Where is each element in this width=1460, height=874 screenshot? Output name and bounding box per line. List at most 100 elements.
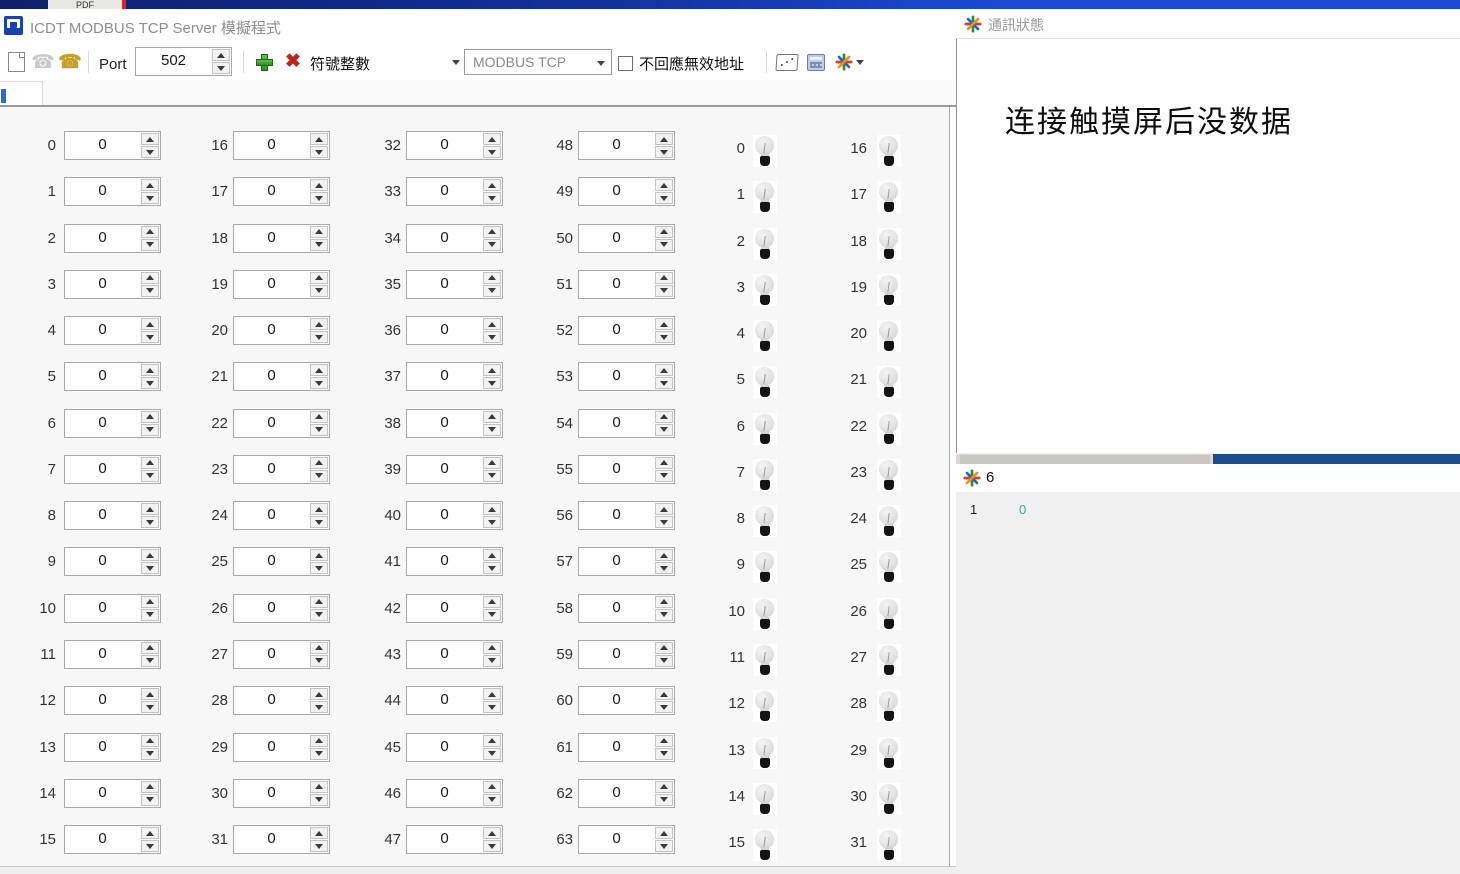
register-spinner[interactable]: 0 [406, 270, 503, 299]
spin-up-button[interactable] [141, 503, 159, 515]
spin-down-button[interactable] [310, 146, 328, 158]
register-spinner[interactable]: 0 [233, 779, 330, 808]
register-spinner[interactable]: 0 [406, 409, 503, 438]
register-spinner[interactable]: 0 [578, 501, 675, 530]
spin-down-button[interactable] [141, 239, 159, 251]
spin-down-button[interactable] [310, 701, 328, 713]
register-spinner[interactable]: 0 [64, 224, 161, 253]
connect-button[interactable]: ☎ [57, 48, 83, 76]
coil-lamp-icon[interactable] [753, 228, 777, 260]
spin-down-button[interactable] [483, 239, 501, 251]
register-spinner[interactable]: 0 [578, 594, 675, 623]
coil-lamp-icon[interactable] [877, 598, 901, 630]
horizontal-scrollbar[interactable] [956, 453, 1460, 464]
coil-lamp-icon[interactable] [753, 783, 777, 815]
register-spinner[interactable]: 0 [233, 640, 330, 669]
register-spinner[interactable]: 0 [233, 501, 330, 530]
coil-lamp-icon[interactable] [877, 366, 901, 398]
register-spinner[interactable]: 0 [406, 316, 503, 345]
spin-up-button[interactable] [655, 549, 673, 561]
spin-up-button[interactable] [483, 318, 501, 330]
spin-down-button[interactable] [141, 562, 159, 574]
spin-down-button[interactable] [310, 424, 328, 436]
register-spinner[interactable]: 0 [233, 362, 330, 391]
spin-down-button[interactable] [141, 655, 159, 667]
spin-down-button[interactable] [141, 609, 159, 621]
spin-down-button[interactable] [310, 285, 328, 297]
coil-lamp-icon[interactable] [877, 505, 901, 537]
spin-down-button[interactable] [141, 516, 159, 528]
spin-up-button[interactable] [310, 503, 328, 515]
spin-up-button[interactable] [483, 503, 501, 515]
coil-lamp-icon[interactable] [753, 320, 777, 352]
spin-down-button[interactable] [655, 748, 673, 760]
spin-down-button[interactable] [310, 609, 328, 621]
spin-down-button[interactable] [141, 701, 159, 713]
data-format-dropdown[interactable]: 符號整數 [305, 50, 460, 74]
spin-up-button[interactable] [310, 596, 328, 608]
spin-up-button[interactable] [483, 457, 501, 469]
spin-up-button[interactable] [483, 596, 501, 608]
register-spinner[interactable]: 0 [578, 177, 675, 206]
register-spinner[interactable]: 0 [406, 131, 503, 160]
spin-down-button[interactable] [141, 377, 159, 389]
spin-down-button[interactable] [655, 424, 673, 436]
coil-lamp-icon[interactable] [877, 320, 901, 352]
spin-up-button[interactable] [141, 549, 159, 561]
coil-lamp-icon[interactable] [877, 413, 901, 445]
spin-up-button[interactable] [655, 688, 673, 700]
spin-down-button[interactable] [141, 192, 159, 204]
spin-up-button[interactable] [141, 411, 159, 423]
spin-up-button[interactable] [141, 688, 159, 700]
register-spinner[interactable]: 0 [406, 825, 503, 854]
coil-lamp-icon[interactable] [877, 829, 901, 861]
spin-up-button[interactable] [655, 133, 673, 145]
register-spinner[interactable]: 0 [64, 270, 161, 299]
spin-up-button[interactable] [310, 642, 328, 654]
spin-down-button[interactable] [483, 285, 501, 297]
spin-down-button[interactable] [310, 377, 328, 389]
register-spinner[interactable]: 0 [233, 686, 330, 715]
spin-up-button[interactable] [655, 272, 673, 284]
spin-down-button[interactable] [655, 470, 673, 482]
register-spinner[interactable]: 0 [578, 131, 675, 160]
register-spinner[interactable]: 0 [233, 270, 330, 299]
spin-down-button[interactable] [483, 192, 501, 204]
spin-up-button[interactable] [483, 272, 501, 284]
spin-down-button[interactable] [483, 516, 501, 528]
spin-down-button[interactable] [655, 609, 673, 621]
spin-down-button[interactable] [483, 655, 501, 667]
spin-down-button[interactable] [310, 748, 328, 760]
spin-up-button[interactable] [141, 596, 159, 608]
register-spinner[interactable]: 0 [233, 177, 330, 206]
spin-up-button[interactable] [141, 827, 159, 839]
spin-down-button[interactable] [141, 748, 159, 760]
register-spinner[interactable]: 0 [233, 409, 330, 438]
register-spinner[interactable]: 0 [64, 825, 161, 854]
spin-up-button[interactable] [655, 318, 673, 330]
calculator-button[interactable] [804, 48, 828, 76]
spin-up-button[interactable] [141, 226, 159, 238]
checkbox-icon[interactable] [618, 56, 633, 71]
background-browser-tab[interactable]: PDF [48, 0, 122, 9]
spin-down-button[interactable] [141, 424, 159, 436]
register-spinner[interactable]: 0 [406, 640, 503, 669]
spin-down-button[interactable] [310, 516, 328, 528]
trace-button[interactable] [774, 48, 800, 76]
register-spinner[interactable]: 0 [233, 825, 330, 854]
register-spinner[interactable]: 0 [406, 362, 503, 391]
spin-down-button[interactable] [141, 470, 159, 482]
register-spinner[interactable]: 0 [406, 779, 503, 808]
register-spinner[interactable]: 0 [578, 270, 675, 299]
port-spinner[interactable]: 502 [135, 47, 232, 76]
register-spinner[interactable]: 0 [64, 547, 161, 576]
spin-up-button[interactable] [310, 364, 328, 376]
spin-up-button[interactable] [655, 827, 673, 839]
register-spinner[interactable]: 0 [233, 594, 330, 623]
add-button[interactable] [252, 48, 276, 76]
protocol-combobox[interactable]: MODBUS TCP [464, 49, 612, 75]
register-spinner[interactable]: 0 [64, 362, 161, 391]
register-spinner[interactable]: 0 [64, 316, 161, 345]
spin-up-button[interactable] [655, 596, 673, 608]
coil-lamp-icon[interactable] [753, 690, 777, 722]
